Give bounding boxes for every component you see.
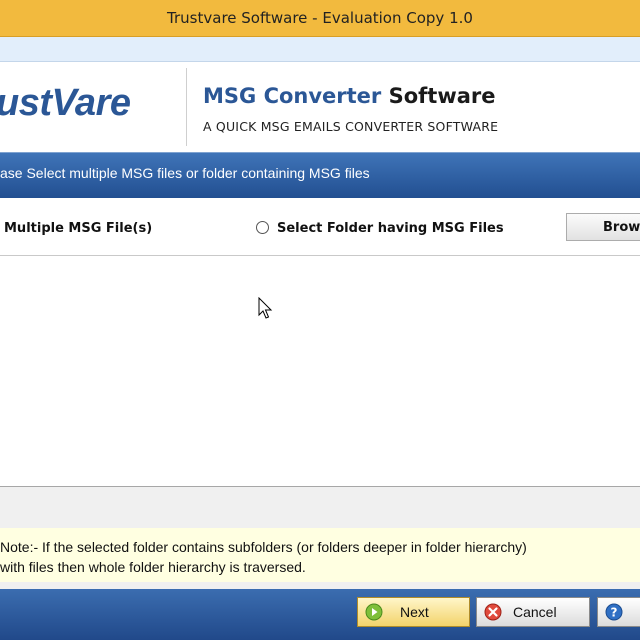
product-title: MSG Converter Software xyxy=(203,84,496,108)
option-folder-label[interactable]: Select Folder having MSG Files xyxy=(277,221,504,236)
product-subtitle: A QUICK MSG EMAILS CONVERTER SOFTWARE xyxy=(203,119,499,134)
mouse-pointer-icon xyxy=(258,297,273,319)
note-box: Note:- If the selected folder contains s… xyxy=(0,528,640,582)
brand-logo: ustVare xyxy=(0,82,131,124)
banner-divider xyxy=(186,68,187,146)
menu-strip xyxy=(0,37,640,62)
note-line-1: Note:- If the selected folder contains s… xyxy=(0,539,527,555)
play-arrow-icon xyxy=(365,603,383,621)
help-question-icon: ? xyxy=(605,603,623,621)
window-title: Trustvare Software - Evaluation Copy 1.0 xyxy=(167,9,473,27)
next-button-label: Next xyxy=(400,604,429,620)
window-title-bar[interactable]: Trustvare Software - Evaluation Copy 1.0 xyxy=(0,0,640,37)
help-button[interactable]: ? xyxy=(597,597,640,627)
svg-text:?: ? xyxy=(611,606,618,620)
browse-button-label: Brows xyxy=(603,220,640,235)
note-line-2: with files then whole folder hierarchy i… xyxy=(0,559,306,575)
instruction-text: ase Select multiple MSG files or folder … xyxy=(0,165,370,181)
cancel-button-label: Cancel xyxy=(513,604,557,620)
next-button[interactable]: Next xyxy=(357,597,470,627)
file-list-area[interactable] xyxy=(0,256,640,487)
folder-radio[interactable] xyxy=(256,221,269,234)
product-title-main: MSG Converter xyxy=(203,84,389,108)
product-title-suffix: Software xyxy=(388,84,496,108)
cancel-button[interactable]: Cancel xyxy=(476,597,590,627)
browse-button[interactable]: Brows xyxy=(566,213,640,241)
option-multiple-files-label[interactable]: Multiple MSG File(s) xyxy=(4,221,152,236)
cancel-x-icon xyxy=(484,603,502,621)
instruction-bar: ase Select multiple MSG files or folder … xyxy=(0,152,640,198)
